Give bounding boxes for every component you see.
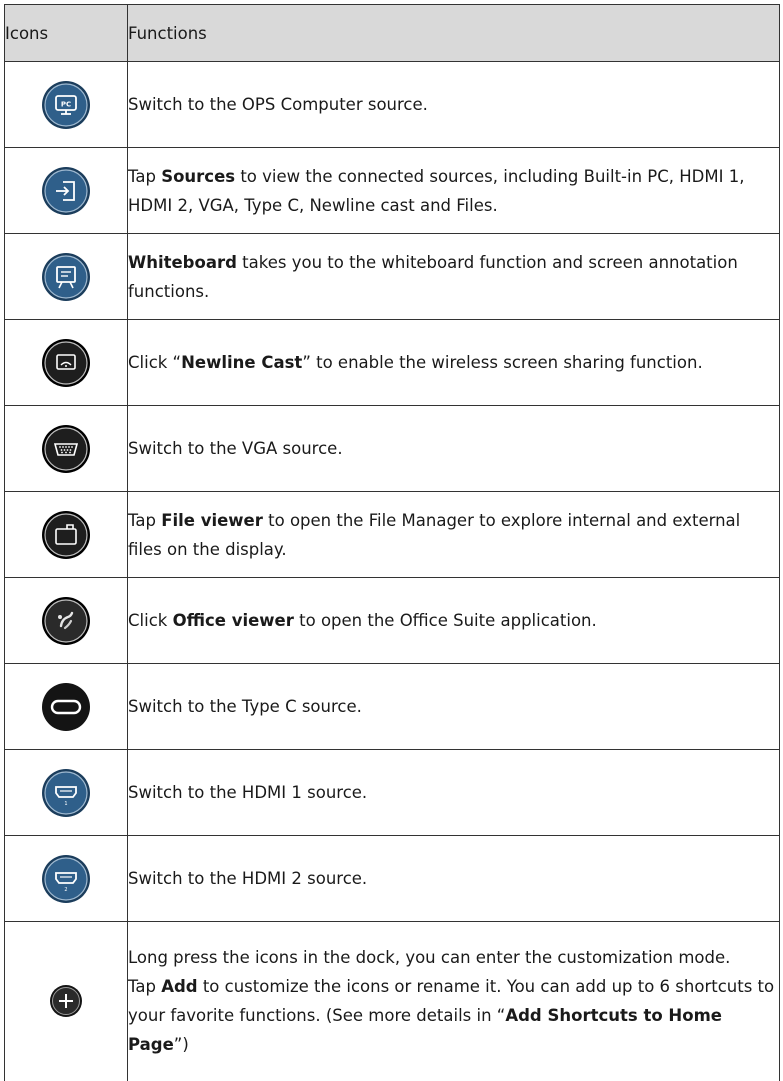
table-row: Click “Newline Cast” to enable the wirel… [4, 319, 780, 406]
table-row: 2 Switch to the HDMI 2 source. [4, 835, 780, 922]
bold-term: Add [161, 977, 198, 997]
table-row: Tap Sources to view the connected source… [4, 147, 780, 234]
table-header-row: Icons Functions [4, 4, 780, 62]
row-text: Tap File viewer to open the File Manager… [127, 491, 780, 578]
sources-input-icon [41, 166, 91, 216]
row-text: Switch to the OPS Computer source. [127, 61, 780, 148]
newline-cast-icon [41, 338, 91, 388]
file-viewer-icon [41, 510, 91, 560]
pc-monitor-icon: PC [41, 80, 91, 130]
table-row: Click Office viewer to open the Office S… [4, 577, 780, 664]
whiteboard-icon [41, 252, 91, 302]
row-text: Whiteboard takes you to the whiteboard f… [127, 233, 780, 320]
row-text: Click “Newline Cast” to enable the wirel… [127, 319, 780, 406]
add-plus-icon [49, 984, 83, 1018]
row-text: Switch to the HDMI 2 source. [127, 835, 780, 922]
table-row: 1 Switch to the HDMI 1 source. [4, 749, 780, 836]
row-text: Click Office viewer to open the Office S… [127, 577, 780, 664]
row-text: Switch to the Type C source. [127, 663, 780, 750]
hdmi1-label: 1 [64, 801, 67, 807]
row-text: Tap Sources to view the connected source… [127, 147, 780, 234]
table-row: PC Switch to the OPS Computer source. [4, 61, 780, 148]
table-row: Tap File viewer to open the File Manager… [4, 491, 780, 578]
functions-table: Icons Functions PC Switch to the OPS Com… [4, 4, 780, 1081]
row-text: Switch to the VGA source. [127, 405, 780, 492]
bold-term: Add Shortcuts to Home Page [128, 1006, 722, 1055]
hdmi2-label: 2 [64, 887, 67, 893]
row-text: Long press the icons in the dock, you ca… [127, 921, 780, 1081]
header-icons: Icons [4, 4, 128, 62]
vga-port-icon [41, 424, 91, 474]
bold-term: Newline Cast [181, 353, 303, 372]
bold-term: Office viewer [172, 611, 294, 630]
bold-term: Whiteboard [128, 252, 237, 272]
bold-term: Sources [161, 166, 236, 186]
hdmi-1-icon: 1 [41, 768, 91, 818]
table-row: Switch to the VGA source. [4, 405, 780, 492]
table-row: Long press the icons in the dock, you ca… [4, 921, 780, 1081]
bold-term: File viewer [161, 510, 263, 530]
header-functions: Functions [127, 4, 780, 62]
office-viewer-icon [41, 596, 91, 646]
row-text: Switch to the HDMI 1 source. [127, 749, 780, 836]
type-c-icon [41, 682, 91, 732]
table-row: Switch to the Type C source. [4, 663, 780, 750]
table-row: Whiteboard takes you to the whiteboard f… [4, 233, 780, 320]
pc-label: PC [61, 100, 71, 108]
hdmi-2-icon: 2 [41, 854, 91, 904]
